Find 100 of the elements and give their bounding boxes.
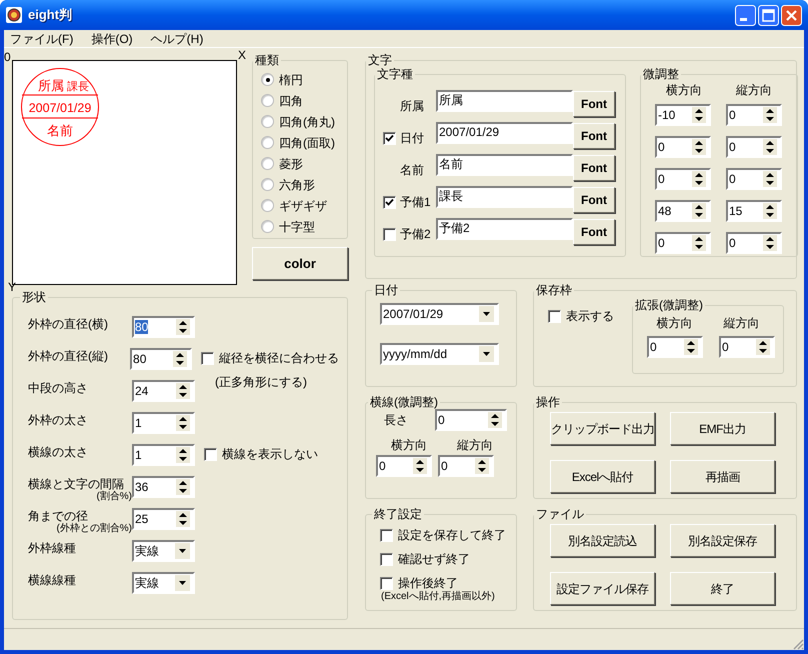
spinner-icon[interactable] — [175, 414, 191, 432]
spinner-icon[interactable] — [762, 170, 778, 188]
spinner-icon[interactable] — [691, 138, 707, 156]
number-field[interactable]: 0 — [726, 104, 782, 126]
checkbox[interactable] — [383, 196, 396, 208]
checkbox-label[interactable]: 横線を表示しない — [222, 445, 318, 463]
spinner-icon[interactable] — [175, 382, 191, 400]
number-field[interactable]: -10 — [655, 104, 711, 126]
number-field[interactable]: 80 — [132, 316, 195, 338]
checkbox[interactable] — [380, 528, 393, 542]
checkbox-label[interactable]: 確認せず終了 — [398, 550, 470, 568]
number-field[interactable]: 0 — [435, 409, 507, 431]
spinner-icon[interactable] — [691, 234, 707, 252]
spinner-icon[interactable] — [175, 510, 191, 528]
radio-button[interactable] — [261, 94, 274, 107]
checkbox[interactable] — [380, 576, 393, 590]
menu-item[interactable]: ヘルプ(H) — [150, 30, 204, 48]
spinner-icon[interactable] — [175, 446, 191, 464]
text-field[interactable]: 所属 — [436, 90, 573, 112]
push-button[interactable]: Font — [573, 219, 615, 245]
push-button[interactable]: Font — [573, 91, 615, 117]
radio-button[interactable] — [261, 73, 274, 86]
spinner-icon[interactable] — [762, 234, 778, 252]
number-field[interactable]: 0 — [726, 136, 782, 158]
radio-button[interactable] — [261, 115, 274, 128]
checkbox-label[interactable]: 設定を保存して終了 — [398, 526, 506, 544]
number-field[interactable]: 36 — [132, 476, 195, 498]
menu-item[interactable]: 操作(O) — [91, 30, 133, 48]
number-field[interactable]: 0 — [655, 168, 711, 190]
radio-label[interactable]: 楕円 — [279, 70, 303, 88]
resize-grip-icon[interactable] — [792, 638, 804, 650]
radio-label[interactable]: 菱形 — [279, 154, 303, 172]
spinner-icon[interactable] — [683, 338, 699, 356]
number-field[interactable]: 24 — [132, 380, 195, 402]
radio-button[interactable] — [261, 157, 274, 170]
push-button[interactable]: 別名設定保存 — [670, 524, 775, 557]
radio-button[interactable] — [261, 220, 274, 233]
text-field[interactable]: 2007/01/29 — [436, 122, 573, 144]
radio-label[interactable]: 六角形 — [279, 176, 315, 194]
dropdown[interactable]: 2007/01/29 — [380, 303, 499, 325]
spinner-icon[interactable] — [487, 411, 503, 429]
checkbox[interactable] — [380, 552, 393, 566]
radio-label[interactable]: 四角(面取) — [279, 134, 335, 152]
number-field[interactable]: 15 — [726, 200, 782, 222]
checkbox[interactable] — [201, 352, 214, 364]
close-icon[interactable] — [781, 4, 802, 26]
number-field[interactable]: 0 — [655, 232, 711, 254]
dropdown[interactable]: 実線 — [132, 572, 195, 594]
spinner-icon[interactable] — [175, 478, 191, 496]
menu-item[interactable]: ファイル(F) — [10, 30, 74, 48]
radio-button[interactable] — [261, 178, 274, 191]
radio-button[interactable] — [261, 199, 274, 212]
spinner-icon[interactable] — [691, 170, 707, 188]
push-button[interactable]: 終了 — [670, 572, 775, 605]
number-field[interactable]: 1 — [132, 412, 195, 434]
checkbox[interactable] — [383, 132, 396, 144]
spinner-icon[interactable] — [762, 138, 778, 156]
number-field[interactable]: 0 — [726, 168, 782, 190]
push-button[interactable]: 設定ファイル保存 — [550, 572, 655, 605]
push-button[interactable]: Font — [573, 155, 615, 181]
number-field[interactable]: 0 — [376, 455, 432, 477]
push-button[interactable]: 別名設定読込 — [550, 524, 655, 557]
number-field[interactable]: 48 — [655, 200, 711, 222]
checkbox[interactable] — [548, 310, 561, 322]
spinner-icon[interactable] — [474, 457, 490, 475]
radio-label[interactable]: 四角 — [279, 92, 303, 110]
radio-label[interactable]: 四角(角丸) — [279, 112, 335, 130]
radio-button[interactable] — [261, 136, 274, 149]
spinner-icon[interactable] — [412, 457, 428, 475]
spinner-icon[interactable] — [175, 318, 191, 336]
text-field[interactable]: 名前 — [436, 154, 573, 176]
radio-label[interactable]: 十字型 — [279, 218, 315, 236]
number-field[interactable]: 0 — [726, 232, 782, 254]
spinner-icon[interactable] — [755, 338, 771, 356]
spinner-icon[interactable] — [762, 202, 778, 220]
push-button[interactable]: Font — [573, 187, 615, 213]
checkbox-label[interactable]: 表示する — [566, 307, 614, 325]
dropdown[interactable]: 実線 — [132, 540, 195, 562]
spinner-icon[interactable] — [691, 202, 707, 220]
text-field[interactable]: 課長 — [436, 186, 573, 208]
push-button[interactable]: EMF出力 — [670, 412, 775, 445]
push-button[interactable]: Excelへ貼付 — [550, 460, 655, 493]
number-field[interactable]: 0 — [655, 136, 711, 158]
dropdown[interactable]: yyyy/mm/dd — [380, 343, 499, 365]
number-field[interactable]: 1 — [132, 444, 195, 466]
checkbox[interactable] — [383, 228, 396, 240]
checkbox-label[interactable]: 縦径を横径に合わせる — [219, 349, 339, 367]
push-button[interactable]: クリップボード出力 — [550, 412, 655, 445]
spinner-icon[interactable] — [691, 106, 707, 124]
checkbox[interactable] — [204, 448, 217, 460]
spinner-icon[interactable] — [172, 350, 188, 368]
number-field[interactable]: 0 — [719, 336, 775, 358]
number-field[interactable]: 80 — [130, 348, 192, 370]
number-field[interactable]: 0 — [647, 336, 703, 358]
push-button[interactable]: Font — [573, 123, 615, 149]
maximize-icon[interactable] — [758, 4, 779, 26]
checkbox-label[interactable]: 操作後終了 — [398, 574, 458, 592]
radio-label[interactable]: ギザギザ — [279, 196, 327, 214]
number-field[interactable]: 0 — [438, 455, 494, 477]
push-button[interactable]: 再描画 — [670, 460, 775, 493]
